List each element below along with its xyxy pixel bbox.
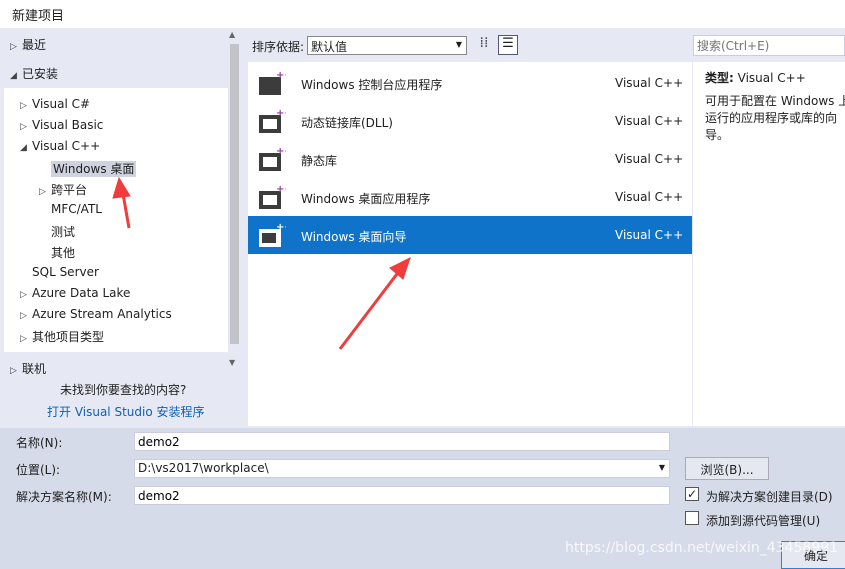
annotation-arrow-2 <box>338 269 402 350</box>
annotation-arrows <box>112 176 411 350</box>
annotation-arrowhead-2 <box>389 257 411 280</box>
annotation-arrowhead-1 <box>112 176 131 199</box>
